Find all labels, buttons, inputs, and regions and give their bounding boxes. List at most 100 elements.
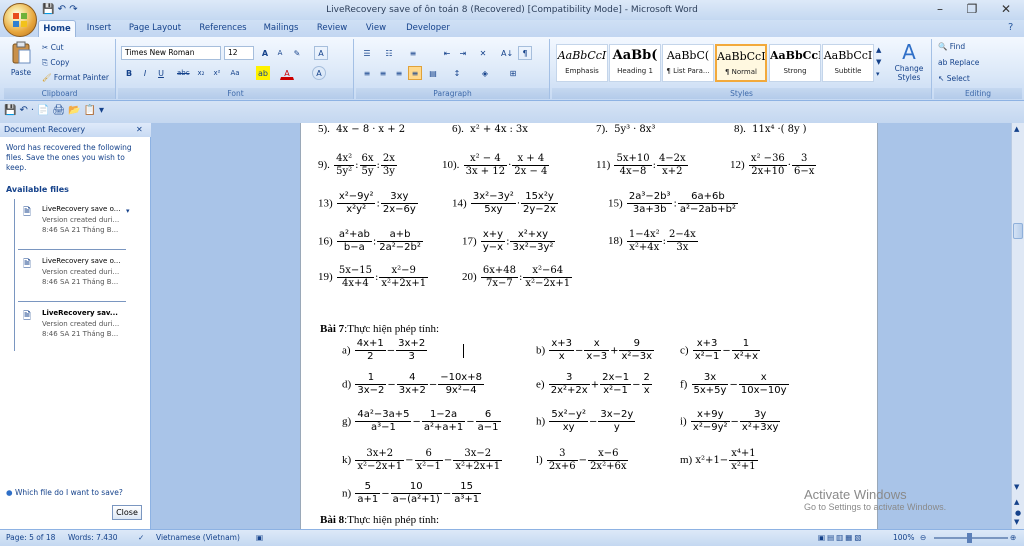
equation-15: 15) 2a³−2b³ 3a+3b:6a+6b a²−2ab+b² xyxy=(608,191,738,215)
tab-home[interactable]: Home xyxy=(38,20,76,37)
close-pane-icon[interactable]: ✕ xyxy=(136,125,143,134)
font-size-select[interactable]: 12 xyxy=(224,46,254,60)
style-emphasis[interactable]: AaBbCcI Emphasis xyxy=(556,44,608,82)
bullets-icon[interactable]: ☰ xyxy=(360,46,374,60)
help-circle-icon: ● xyxy=(6,488,13,497)
multilevel-list-icon[interactable]: ≡ xyxy=(406,46,420,60)
status-bar: Page: 5 of 18 Words: 7.430 ✓ Vietnamese … xyxy=(0,529,1024,546)
replace-button[interactable]: ab Replace xyxy=(938,58,979,67)
scroll-thumb[interactable] xyxy=(1013,223,1023,239)
qat-icons[interactable]: 💾↶·📄🖨📂📋▾ xyxy=(4,105,107,116)
cursor-icon: ↖ xyxy=(938,74,945,83)
zoom-slider-thumb[interactable] xyxy=(967,533,972,543)
maximize-button[interactable]: ❐ xyxy=(953,0,991,20)
file-name: LiveRecovery sav... xyxy=(42,309,118,317)
change-case-button[interactable]: Aa xyxy=(228,66,242,80)
increase-indent-icon[interactable]: ⇥ xyxy=(456,46,470,60)
paste-button[interactable]: Paste xyxy=(8,41,34,77)
recovery-file-1[interactable]: 🗎 LiveRecovery save o... Version created… xyxy=(18,205,130,247)
text-direction-icon[interactable]: ✕ xyxy=(476,46,490,60)
recovery-help-link[interactable]: ● Which file do I want to save? xyxy=(6,488,123,497)
recovery-file-2[interactable]: 🗎 LiveRecovery save o... Version created… xyxy=(18,257,128,299)
equation-20: 20) 6x+48 7x−7: x²−64 x²−2x+1 xyxy=(462,265,573,289)
style-sample: AaBb( xyxy=(612,48,658,63)
show-marks-button[interactable]: ¶ xyxy=(518,46,532,60)
zoom-out-icon[interactable]: ⊖ xyxy=(920,530,926,546)
strikethrough-button[interactable]: abc xyxy=(176,66,190,80)
page-indicator[interactable]: Page: 5 of 18 xyxy=(6,530,55,546)
numbering-icon[interactable]: ☷ xyxy=(382,46,396,60)
distributed-icon[interactable]: ▤ xyxy=(426,66,440,80)
spelling-icon[interactable]: ✓ xyxy=(138,530,144,546)
tab-view[interactable]: View xyxy=(360,20,392,37)
subscript-button[interactable]: x₂ xyxy=(194,66,208,80)
font-family-select[interactable]: Times New Roman xyxy=(121,46,221,60)
tab-mailings[interactable]: Mailings xyxy=(256,20,306,37)
office-button[interactable] xyxy=(3,3,37,37)
change-styles-button[interactable]: A Change Styles xyxy=(888,40,930,82)
close-window-button[interactable]: ✕ xyxy=(987,0,1024,20)
grow-font-button[interactable]: A xyxy=(258,46,272,60)
tab-references[interactable]: References xyxy=(192,20,254,37)
underline-button[interactable]: U xyxy=(154,66,168,80)
style-strong[interactable]: AaBbCcI Strong xyxy=(769,44,821,82)
vertical-scrollbar[interactable]: ▲ ▼ ▲ ● ▼ xyxy=(1011,123,1024,529)
file-version: Version created duri... xyxy=(42,320,120,328)
align-right-icon[interactable]: ≡ xyxy=(392,66,406,80)
equation-14: 14) 3x²−3y² 5xy · 15x²y 2y−2x xyxy=(452,191,558,215)
copy-button[interactable]: ⎘ Copy xyxy=(42,58,69,68)
style-heading-1[interactable]: AaBb( Heading 1 xyxy=(609,44,661,82)
dropdown-arrow-icon[interactable]: ▾ xyxy=(126,207,130,215)
tab-insert[interactable]: Insert xyxy=(80,20,118,37)
activation-watermark: Activate Windows Go to Settings to activ… xyxy=(804,487,946,512)
tab-developer[interactable]: Developer xyxy=(402,20,454,37)
decrease-indent-icon[interactable]: ⇤ xyxy=(440,46,454,60)
view-buttons[interactable]: ▣▤▥▦▧ xyxy=(818,530,863,546)
shading-icon[interactable]: ◈ xyxy=(478,66,492,80)
align-left-icon[interactable]: ≡ xyxy=(360,66,374,80)
bold-button[interactable]: B xyxy=(122,66,136,80)
sort-button[interactable]: A↓ xyxy=(500,46,514,60)
word-count[interactable]: Words: 7.430 xyxy=(68,530,118,546)
italic-button[interactable]: I xyxy=(138,66,152,80)
replace-label: Replace xyxy=(949,58,980,67)
equation-7h: h) 5x²−y² xy −3x−2y y xyxy=(536,409,636,433)
styles-scroll-arrows[interactable]: ▲ ▼ ▾ xyxy=(876,44,886,82)
style-sample: AaBbC( xyxy=(666,49,710,62)
recovery-file-3[interactable]: 🗎 LiveRecovery sav... Version created du… xyxy=(18,309,128,351)
clear-format-icon[interactable]: ✎ xyxy=(290,46,304,60)
find-button[interactable]: 🔍 Find xyxy=(938,42,965,51)
zoom-in-icon[interactable]: ⊕ xyxy=(1010,530,1016,546)
exercise-8-label: Bài 8 xyxy=(320,514,345,526)
prev-page-icon[interactable]: ▲ xyxy=(1014,498,1019,506)
shrink-font-button[interactable]: A xyxy=(273,46,287,60)
borders-icon[interactable]: ⊞ xyxy=(506,66,520,80)
browse-object-icon[interactable]: ● xyxy=(1015,509,1021,517)
highlight-icon[interactable]: ab xyxy=(256,66,270,80)
justify-icon[interactable]: ≡ xyxy=(408,66,422,80)
help-icon[interactable]: ? xyxy=(1008,22,1013,33)
select-button[interactable]: ↖ Select xyxy=(938,74,970,83)
language-indicator[interactable]: Vietnamese (Vietnam) xyxy=(156,530,240,546)
tab-page-layout[interactable]: Page Layout xyxy=(124,20,186,37)
scroll-up-icon[interactable]: ▲ xyxy=(1014,125,1019,133)
macro-icon[interactable]: ▣ xyxy=(256,530,263,546)
enclose-char-button[interactable]: A xyxy=(312,66,326,80)
close-button[interactable]: Close xyxy=(112,505,142,520)
tab-review[interactable]: Review xyxy=(310,20,354,37)
zoom-level[interactable]: 100% xyxy=(893,530,914,546)
align-center-icon[interactable]: ≡ xyxy=(376,66,390,80)
style-normal[interactable]: AaBbCcI ¶ Normal xyxy=(715,44,767,82)
equation-7c: c) x+3 x²−1−1 x²+x xyxy=(680,338,761,362)
next-page-icon[interactable]: ▼ xyxy=(1014,518,1019,526)
format-painter-button[interactable]: 🖌 Format Painter xyxy=(42,73,109,82)
style-subtitle[interactable]: AaBbCcI Subtitle xyxy=(822,44,874,82)
cut-button[interactable]: ✂ Cut xyxy=(42,43,64,52)
scroll-down-icon[interactable]: ▼ xyxy=(1014,483,1019,491)
file-version: Version created duri... xyxy=(42,216,120,224)
superscript-button[interactable]: x² xyxy=(210,66,224,80)
char-border-button[interactable]: A xyxy=(314,46,328,60)
style-list-paragraph[interactable]: AaBbC( ¶ List Para... xyxy=(662,44,714,82)
line-spacing-icon[interactable]: ↕ xyxy=(450,66,464,80)
font-color-icon[interactable]: A xyxy=(280,66,294,80)
